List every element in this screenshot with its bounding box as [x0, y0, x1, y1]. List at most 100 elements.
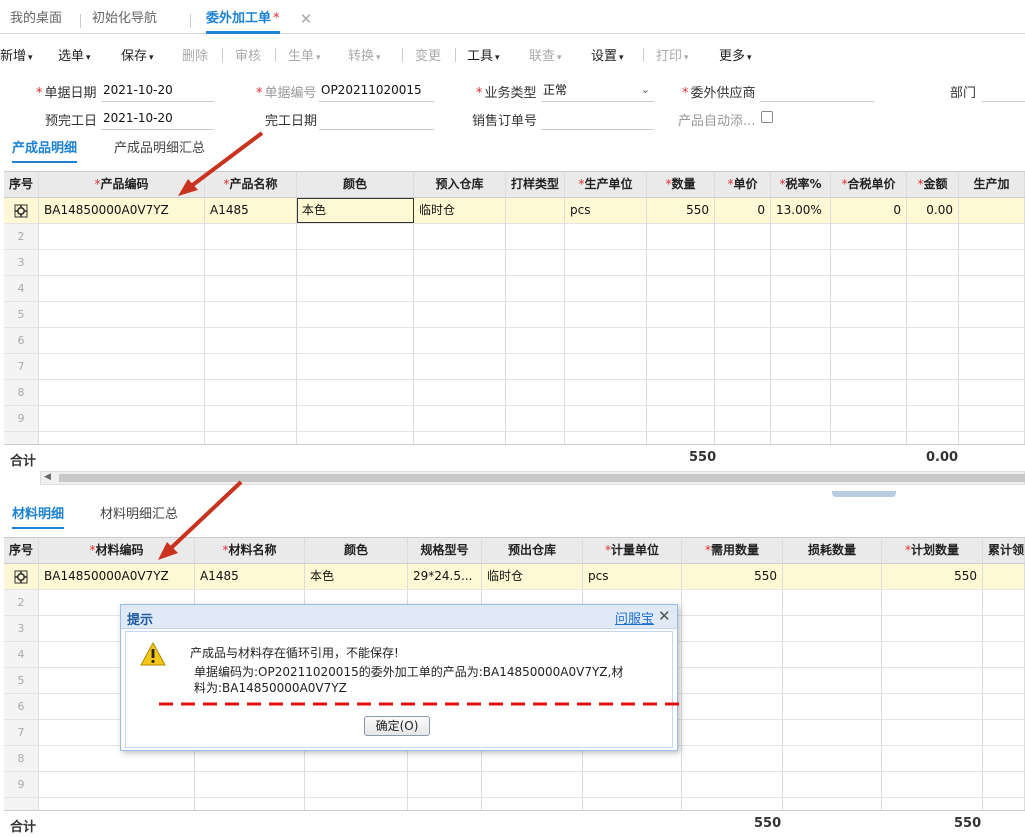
column-header[interactable]: *材料编码 — [39, 538, 195, 563]
table-cell[interactable] — [831, 354, 907, 379]
table-cell[interactable] — [565, 224, 647, 249]
table-cell[interactable] — [907, 406, 959, 431]
table-cell[interactable] — [565, 406, 647, 431]
table-cell[interactable] — [647, 354, 715, 379]
table-cell[interactable]: 本色 — [297, 198, 414, 223]
table-cell[interactable]: pcs — [565, 198, 647, 223]
table-cell[interactable]: BA14850000A0V7YZ — [39, 564, 195, 589]
table-cell[interactable] — [715, 250, 771, 275]
table-cell[interactable] — [414, 380, 506, 405]
table-cell[interactable] — [647, 302, 715, 327]
table-cell[interactable] — [983, 694, 1025, 719]
table-cell[interactable] — [983, 590, 1025, 615]
table-cell[interactable] — [297, 224, 414, 249]
table-cell[interactable]: 550 — [882, 564, 983, 589]
table-cell[interactable] — [565, 380, 647, 405]
table-cell[interactable] — [882, 642, 983, 667]
table-cell[interactable] — [715, 354, 771, 379]
table-cell[interactable] — [682, 590, 783, 615]
table-cell[interactable] — [771, 354, 831, 379]
close-tab-icon[interactable]: ✕ — [298, 11, 314, 27]
table-cell[interactable] — [205, 276, 297, 301]
column-header[interactable]: *数量 — [647, 172, 715, 197]
table-cell[interactable] — [783, 564, 882, 589]
table-cell[interactable] — [783, 694, 882, 719]
table-cell[interactable] — [506, 276, 565, 301]
auto-add-checkbox[interactable] — [761, 111, 773, 123]
more-button[interactable]: 更多 ▾ — [719, 45, 752, 64]
table-cell[interactable] — [771, 328, 831, 353]
column-header[interactable]: 序号 — [4, 538, 39, 563]
table-cell[interactable] — [682, 616, 783, 641]
table-cell[interactable] — [715, 328, 771, 353]
column-header[interactable]: 序号 — [4, 172, 39, 197]
table-cell[interactable] — [983, 642, 1025, 667]
table-cell[interactable] — [907, 250, 959, 275]
gear-icon[interactable] — [14, 570, 28, 584]
table-cell[interactable] — [983, 564, 1025, 589]
supplier-field[interactable] — [760, 80, 874, 102]
finish-date-field[interactable] — [319, 108, 434, 130]
tab-desktop[interactable]: 我的桌面 — [10, 8, 62, 34]
table-cell[interactable] — [297, 302, 414, 327]
table-cell[interactable] — [771, 380, 831, 405]
table-cell[interactable] — [715, 276, 771, 301]
biz-type-select[interactable]: 正常 ⌄ — [541, 80, 654, 102]
table-cell[interactable] — [414, 250, 506, 275]
gear-icon[interactable] — [14, 204, 28, 218]
table-cell[interactable] — [305, 772, 408, 797]
table-cell[interactable]: A1485 — [195, 564, 305, 589]
panel-splitter[interactable] — [832, 491, 896, 497]
column-header[interactable]: 预出仓库 — [482, 538, 583, 563]
new-button[interactable]: 新增 ▾ — [0, 45, 33, 64]
tab-product-summary[interactable]: 产成品明细汇总 — [114, 139, 205, 163]
table-cell[interactable] — [959, 198, 1025, 223]
table-cell[interactable] — [783, 616, 882, 641]
audit-button[interactable]: 审核 — [235, 45, 261, 64]
table-cell[interactable] — [205, 380, 297, 405]
table-cell[interactable] — [297, 406, 414, 431]
table-cell[interactable] — [583, 772, 682, 797]
column-header[interactable]: *产品名称 — [205, 172, 297, 197]
table-cell[interactable]: 0.00 — [907, 198, 959, 223]
table-cell[interactable]: 13.00% — [771, 198, 831, 223]
table-cell[interactable] — [771, 224, 831, 249]
column-header[interactable]: *生产单位 — [565, 172, 647, 197]
table-cell[interactable] — [565, 354, 647, 379]
table-cell[interactable] — [647, 276, 715, 301]
table-cell[interactable] — [482, 772, 583, 797]
query-button[interactable]: 联查 ▾ — [529, 45, 562, 64]
horizontal-scrollbar[interactable]: ◀ — [40, 471, 1025, 485]
close-icon[interactable]: ✕ — [658, 607, 671, 625]
table-cell[interactable] — [783, 720, 882, 745]
doc-date-field[interactable]: 2021-10-20 — [101, 80, 214, 102]
save-button[interactable]: 保存 ▾ — [121, 45, 154, 64]
table-cell[interactable] — [907, 224, 959, 249]
table-cell[interactable] — [959, 250, 1025, 275]
table-cell[interactable]: 0 — [831, 198, 907, 223]
table-cell[interactable] — [907, 276, 959, 301]
table-cell[interactable] — [39, 380, 205, 405]
table-cell[interactable] — [414, 328, 506, 353]
tab-product-detail[interactable]: 产成品明细 — [12, 139, 78, 163]
table-cell[interactable] — [297, 276, 414, 301]
row-settings-cell[interactable] — [4, 564, 39, 589]
table-cell[interactable] — [831, 406, 907, 431]
table-cell[interactable] — [565, 328, 647, 353]
table-cell[interactable] — [783, 642, 882, 667]
table-cell[interactable] — [39, 302, 205, 327]
table-cell[interactable] — [565, 302, 647, 327]
table-cell[interactable] — [682, 746, 783, 771]
table-cell[interactable] — [715, 302, 771, 327]
table-cell[interactable] — [959, 276, 1025, 301]
table-cell[interactable] — [39, 406, 205, 431]
table-cell[interactable] — [831, 302, 907, 327]
table-cell[interactable] — [771, 406, 831, 431]
table-cell[interactable] — [831, 380, 907, 405]
table-cell[interactable] — [647, 224, 715, 249]
table-cell[interactable] — [907, 380, 959, 405]
table-cell[interactable] — [983, 772, 1025, 797]
table-cell[interactable] — [983, 668, 1025, 693]
table-cell[interactable] — [205, 250, 297, 275]
table-cell[interactable] — [959, 328, 1025, 353]
